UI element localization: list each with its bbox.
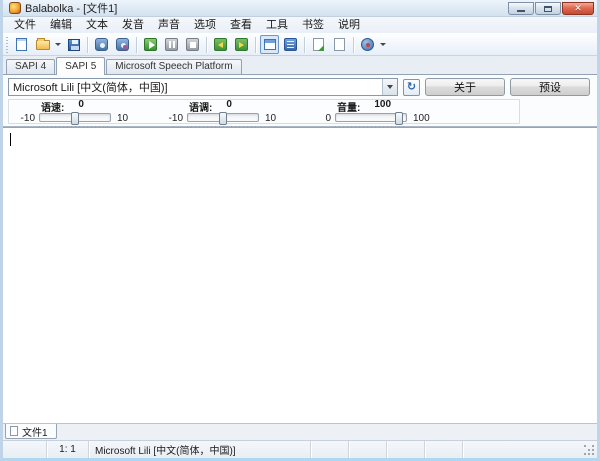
menu-pronunciation[interactable]: 发音 <box>115 18 151 33</box>
save-audio-icon[interactable] <box>92 35 111 54</box>
volume-slider[interactable] <box>335 113 407 122</box>
open-dropdown-icon[interactable] <box>55 43 61 46</box>
menu-view[interactable]: 查看 <box>223 18 259 33</box>
voice-menu-dropdown-icon[interactable] <box>380 43 386 46</box>
toggle-panel-icon[interactable] <box>260 35 279 54</box>
status-section-empty <box>463 441 597 458</box>
close-button[interactable]: ✕ <box>562 2 594 15</box>
maximize-button[interactable] <box>535 2 561 15</box>
status-voice-name: Microsoft Lili [中文(简体，中国)] <box>89 441 311 458</box>
engine-tabstrip: SAPI 4 SAPI 5 Microsoft Speech Platform <box>3 56 597 74</box>
voice-panel: Microsoft Lili [中文(简体，中国)] ↻ 关于 预设 语速:0 … <box>3 74 597 127</box>
plain-page-icon[interactable] <box>330 35 349 54</box>
dictionary-icon[interactable] <box>281 35 300 54</box>
volume-slider-ticks <box>335 125 407 129</box>
refresh-icon: ↻ <box>407 82 416 93</box>
audio-file-icon[interactable] <box>113 35 132 54</box>
text-editor[interactable] <box>3 127 597 423</box>
about-voice-button[interactable]: 关于 <box>425 78 505 96</box>
status-section-empty <box>425 441 463 458</box>
play-icon[interactable] <box>141 35 160 54</box>
tab-sapi5[interactable]: SAPI 5 <box>56 57 105 75</box>
rate-slider[interactable] <box>39 113 111 122</box>
document-icon <box>10 426 18 436</box>
toolbar-separator <box>304 37 305 53</box>
skip-back-icon[interactable] <box>211 35 230 54</box>
new-document-icon[interactable] <box>12 35 31 54</box>
refresh-voices-button[interactable]: ↻ <box>403 79 420 96</box>
status-section-empty <box>3 441 47 458</box>
save-file-icon[interactable] <box>64 35 83 54</box>
close-icon: ✕ <box>574 4 582 13</box>
pitch-min-label: -10 <box>163 113 187 124</box>
volume-slider-group: 音量:100 0 100 <box>311 101 435 129</box>
pitch-slider-thumb[interactable] <box>219 112 227 125</box>
volume-min-label: 0 <box>311 113 335 124</box>
open-file-icon[interactable] <box>33 35 52 54</box>
menu-text[interactable]: 文本 <box>79 18 115 33</box>
minimize-button[interactable] <box>508 2 534 15</box>
menu-options[interactable]: 选项 <box>187 18 223 33</box>
status-section-empty <box>311 441 349 458</box>
voice-menu-icon[interactable] <box>358 35 377 54</box>
rate-max-label: 10 <box>111 113 139 124</box>
rate-min-label: -10 <box>15 113 39 124</box>
pitch-max-label: 10 <box>259 113 287 124</box>
pitch-slider-ticks <box>187 125 259 129</box>
toolbar-separator <box>255 37 256 53</box>
toolbar-separator <box>87 37 88 53</box>
status-section-empty <box>349 441 387 458</box>
app-window: Balabolka - [文件1] ✕ 文件 编辑 文本 发音 声音 选项 查看… <box>0 0 600 461</box>
menu-voice[interactable]: 声音 <box>151 18 187 33</box>
toolbar <box>3 33 597 56</box>
skip-forward-icon[interactable] <box>232 35 251 54</box>
tab-ms-speech-platform[interactable]: Microsoft Speech Platform <box>106 59 241 74</box>
rate-slider-thumb[interactable] <box>71 112 79 125</box>
title-bar: Balabolka - [文件1] ✕ <box>3 0 597 17</box>
document-tab-label: 文件1 <box>22 424 48 439</box>
text-caret <box>10 133 11 146</box>
spellcheck-page-icon[interactable] <box>309 35 328 54</box>
stop-icon[interactable] <box>183 35 202 54</box>
tab-document-1[interactable]: 文件1 <box>5 424 57 439</box>
volume-slider-thumb[interactable] <box>395 112 403 125</box>
voice-select[interactable]: Microsoft Lili [中文(简体，中国)] <box>8 78 398 96</box>
voice-select-dropdown-icon[interactable] <box>382 79 397 95</box>
pause-icon[interactable] <box>162 35 181 54</box>
maximize-icon <box>544 6 552 12</box>
toolbar-separator <box>353 37 354 53</box>
slider-box: 语速:0 -10 10 语调:0 -10 10 音量:100 0 <box>8 99 520 124</box>
menu-tools[interactable]: 工具 <box>259 18 295 33</box>
tab-sapi4[interactable]: SAPI 4 <box>6 59 55 74</box>
status-bar: 1: 1 Microsoft Lili [中文(简体，中国)] <box>3 440 597 458</box>
toolbar-separator <box>136 37 137 53</box>
menu-file[interactable]: 文件 <box>7 18 43 33</box>
menu-bar: 文件 编辑 文本 发音 声音 选项 查看 工具 书签 说明 <box>3 17 597 33</box>
toolbar-separator <box>206 37 207 53</box>
menu-bookmarks[interactable]: 书签 <box>295 18 331 33</box>
app-icon <box>9 2 21 14</box>
pitch-slider-group: 语调:0 -10 10 <box>163 101 287 129</box>
status-line-col: 1: 1 <box>47 441 89 458</box>
minimize-icon <box>517 10 525 12</box>
resize-grip[interactable] <box>584 445 596 457</box>
preset-button[interactable]: 预设 <box>510 78 590 96</box>
menu-help[interactable]: 说明 <box>331 18 367 33</box>
toolbar-grip[interactable] <box>6 37 8 53</box>
document-tabstrip: 文件1 <box>3 423 597 440</box>
window-controls: ✕ <box>508 2 594 15</box>
volume-max-label: 100 <box>407 113 435 124</box>
rate-slider-group: 语速:0 -10 10 <box>15 101 139 129</box>
status-section-empty <box>387 441 425 458</box>
voice-select-value: Microsoft Lili [中文(简体，中国)] <box>13 79 382 95</box>
window-title: Balabolka - [文件1] <box>25 0 508 16</box>
rate-slider-ticks <box>39 125 111 129</box>
pitch-slider[interactable] <box>187 113 259 122</box>
menu-edit[interactable]: 编辑 <box>43 18 79 33</box>
